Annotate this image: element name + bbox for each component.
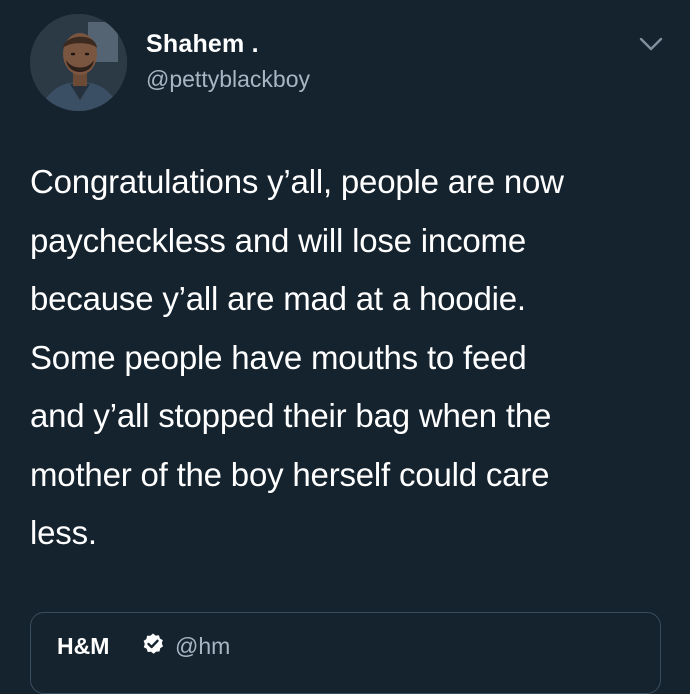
author-display-name[interactable]: Shahem . [146, 30, 259, 59]
chevron-down-icon[interactable] [637, 34, 665, 54]
author-avatar[interactable] [30, 14, 127, 111]
quoted-tweet-card[interactable]: H&M @hm [30, 612, 661, 694]
verified-badge-icon [141, 632, 165, 656]
tweet-card: Shahem . @pettyblackboy Congratulations … [0, 0, 690, 694]
author-handle[interactable]: @pettyblackboy [146, 66, 310, 93]
tweet-text: Congratulations y’all, people are now pa… [30, 163, 564, 551]
avatar-photo [30, 14, 127, 111]
quoted-handle: @hm [175, 633, 231, 659]
quoted-display-name: H&M [57, 633, 110, 659]
